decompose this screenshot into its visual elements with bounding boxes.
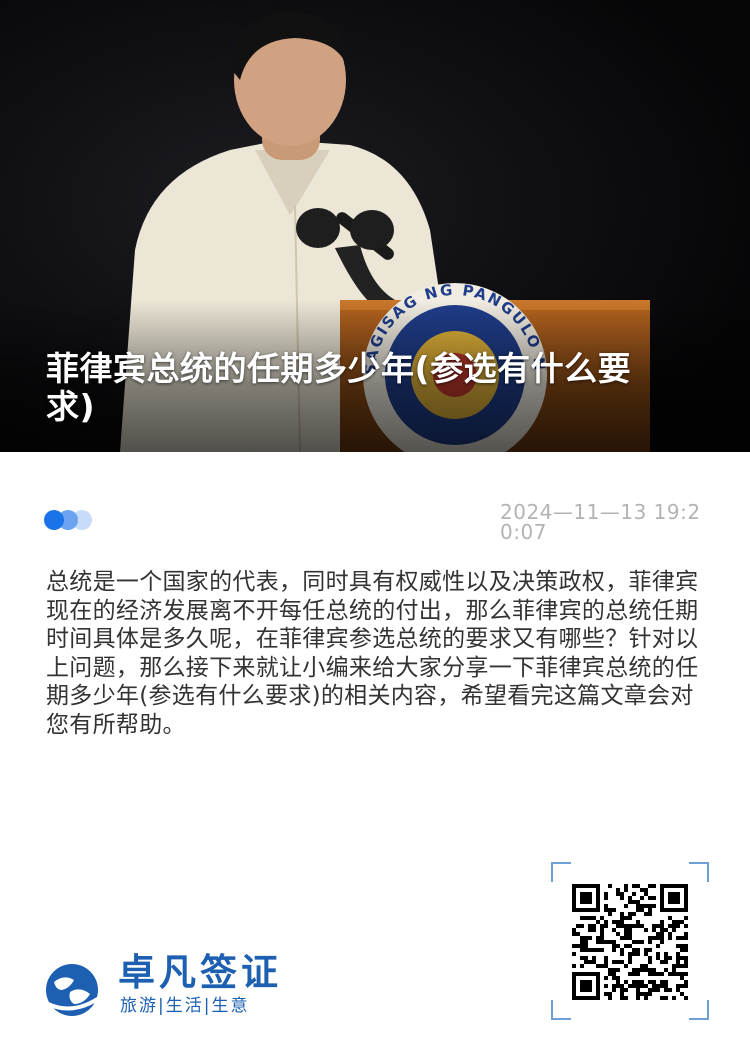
dot-dark <box>44 510 64 530</box>
qr-code-icon <box>572 884 688 1000</box>
brand-logo-icon <box>46 964 104 1016</box>
brand-tagline: 旅游|生活|生意 <box>120 996 250 1016</box>
article-intro: 总统是一个国家的代表，同时具有权威性以及决策政权，菲律宾现在的经济发展离不开每任… <box>46 569 699 738</box>
brand-name: 卓凡签证 <box>118 951 282 994</box>
decorative-dots-icon <box>44 510 104 532</box>
qr-code-frame[interactable] <box>551 862 709 1020</box>
frame-corner <box>551 1000 571 1020</box>
frame-corner <box>551 862 571 882</box>
publish-date: 2024—11—13 19:20:07 <box>500 500 701 544</box>
article-title: 菲律宾总统的任期多少年(参选有什么要求) <box>46 349 632 426</box>
frame-corner <box>689 862 709 882</box>
hero-banner: SAGISAG NG PANGULO NG PILIPINAS 菲律宾总统的任期… <box>0 0 750 452</box>
frame-corner <box>689 1000 709 1020</box>
brand-block[interactable]: 卓凡签证 旅游|生活|生意 <box>44 952 304 1022</box>
